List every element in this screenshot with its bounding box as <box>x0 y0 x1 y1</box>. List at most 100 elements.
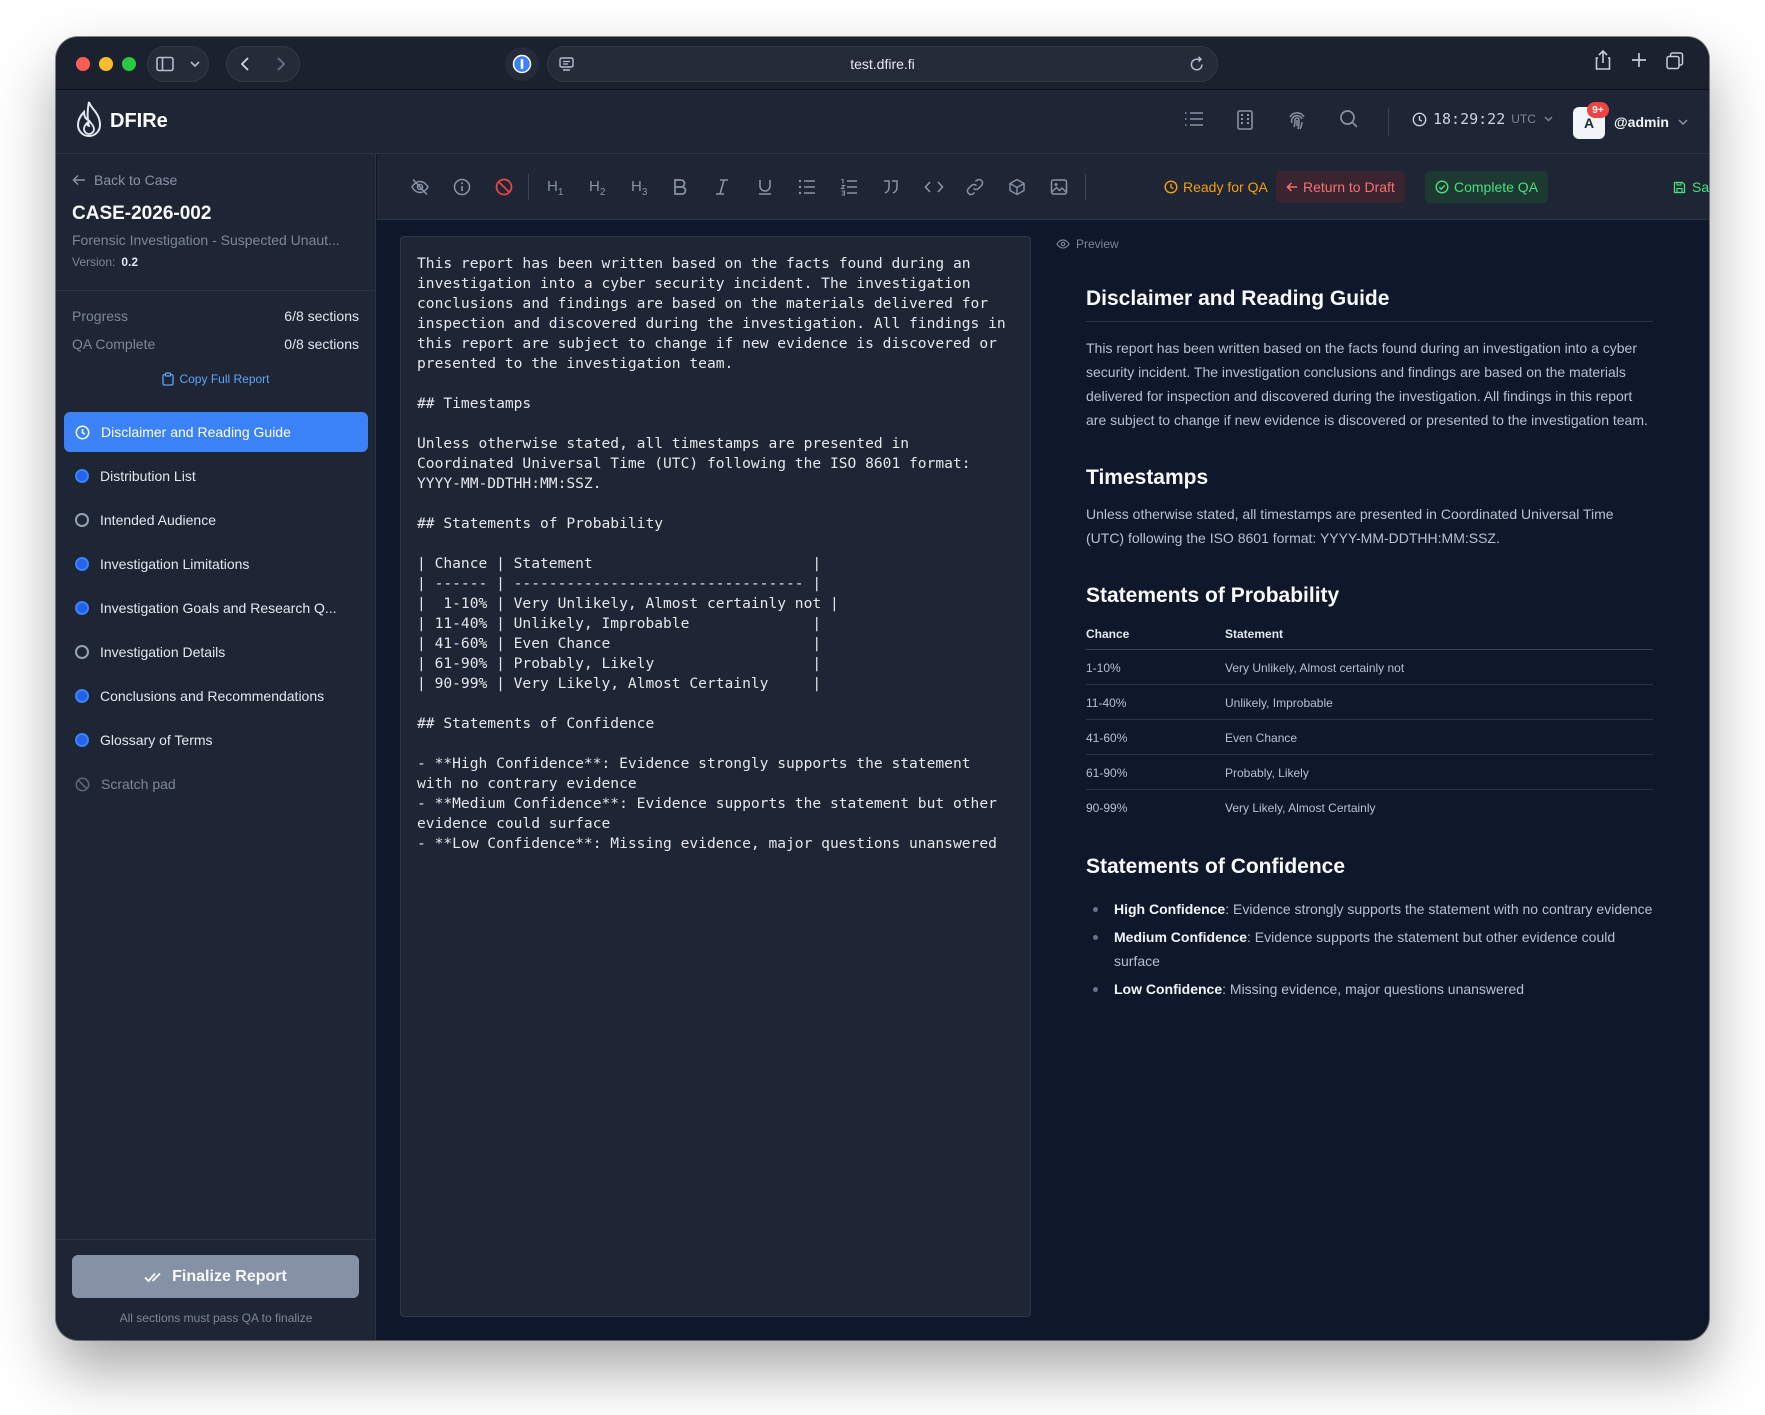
version-value: 0.2 <box>121 255 139 269</box>
new-tab-button[interactable] <box>1630 51 1648 69</box>
arrow-left-icon <box>72 174 85 186</box>
code-icon[interactable] <box>924 178 944 196</box>
table-cell: Unlikely, Improbable <box>1225 684 1653 720</box>
markdown-content[interactable]: This report has been written based on th… <box>417 254 1014 854</box>
back-arrow-icon[interactable] <box>240 56 250 72</box>
list-icon[interactable] <box>1183 109 1205 129</box>
sidebar-icon <box>156 56 174 72</box>
building-icon[interactable] <box>1236 109 1254 131</box>
app-logo[interactable]: DFIRe <box>72 100 168 142</box>
sidebar-item-label: Glossary of Terms <box>100 732 213 748</box>
sidebar-item-investigation-goals[interactable]: Investigation Goals and Research Q... <box>64 588 368 628</box>
link-icon[interactable] <box>966 178 984 196</box>
search-icon[interactable] <box>1339 109 1359 129</box>
status-filled-icon <box>75 601 89 615</box>
disabled-icon <box>75 777 90 791</box>
sidebar-item-disclaimer[interactable]: Disclaimer and Reading Guide <box>64 412 368 452</box>
eye-icon <box>1056 239 1070 249</box>
onepassword-icon <box>512 54 532 74</box>
sidebar-item-investigation-details[interactable]: Investigation Details <box>64 632 368 672</box>
share-icon <box>1595 49 1611 70</box>
clock-icon <box>1164 180 1178 194</box>
status-filled-icon <box>75 469 89 483</box>
forward-arrow-icon[interactable] <box>276 56 286 72</box>
ready-for-qa-button[interactable]: Ready for QA <box>1160 171 1278 203</box>
table-row: 11-40% Unlikely, Improbable <box>1086 684 1653 720</box>
share-button[interactable] <box>1594 49 1612 71</box>
tab-overview-button[interactable] <box>1665 51 1685 71</box>
password-manager-button[interactable] <box>505 47 539 81</box>
quote-icon[interactable] <box>882 178 900 196</box>
sidebar-item-intended-audience[interactable]: Intended Audience <box>64 500 368 540</box>
app-name: DFIRe <box>110 109 168 132</box>
close-window-button[interactable] <box>76 57 90 71</box>
cube-icon[interactable] <box>1008 178 1026 196</box>
sidebar-divider <box>56 290 376 291</box>
sidebar-item-distribution-list[interactable]: Distribution List <box>64 456 368 496</box>
bold-icon[interactable] <box>673 178 687 196</box>
zoom-window-button[interactable] <box>122 57 136 71</box>
header-divider <box>1388 108 1389 136</box>
sidebar-toggle-button[interactable] <box>147 46 209 82</box>
table-row: 61-90% Probably, Likely <box>1086 754 1653 790</box>
sidebar-item-label: Conclusions and Recommendations <box>100 688 325 704</box>
finalize-report-label: Finalize Report <box>172 1267 287 1285</box>
italic-icon[interactable] <box>715 178 729 196</box>
double-check-icon <box>144 1272 161 1282</box>
bullet-list-icon[interactable] <box>798 178 816 196</box>
back-to-case-link[interactable]: Back to Case <box>72 172 177 188</box>
complete-qa-button[interactable]: Complete QA <box>1425 171 1549 203</box>
sidebar-item-investigation-limitations[interactable]: Investigation Limitations <box>64 544 368 584</box>
no-entry-icon[interactable] <box>495 178 513 196</box>
preview-title: Disclaimer and Reading Guide <box>1086 287 1653 322</box>
status-empty-icon <box>75 645 89 659</box>
return-to-draft-button[interactable]: Return to Draft <box>1276 171 1405 203</box>
address-bar[interactable]: test.dfire.fi <box>547 46 1218 82</box>
sidebar-item-label: Investigation Limitations <box>100 556 250 572</box>
sidebar-item-glossary[interactable]: Glossary of Terms <box>64 720 368 760</box>
editor-toolbar: H1 H2 H3 Ready for QA Return to Draft Co… <box>377 154 1709 220</box>
sidebar-item-conclusions[interactable]: Conclusions and Recommendations <box>64 676 368 716</box>
toolbar-divider <box>1085 174 1086 200</box>
copy-full-report-button[interactable]: Copy Full Report <box>56 372 376 386</box>
markdown-editor[interactable]: This report has been written based on th… <box>400 236 1031 1317</box>
progress-label: Progress <box>72 308 129 324</box>
return-to-draft-label: Return to Draft <box>1303 179 1395 195</box>
username[interactable]: @admin <box>1614 114 1669 130</box>
report-sidebar: Back to Case CASE-2026-002 Forensic Inve… <box>56 154 376 1340</box>
clock-time: 18:29:22 <box>1433 110 1506 128</box>
eye-off-icon[interactable] <box>410 178 430 196</box>
table-cell: 11-40% <box>1086 684 1225 720</box>
chevron-down-icon[interactable] <box>1678 119 1688 125</box>
fingerprint-icon[interactable] <box>1286 109 1308 131</box>
history-nav <box>226 46 300 82</box>
browser-window: test.dfire.fi DFIRe 18:29:22 UTC A 9+ @a… <box>56 37 1709 1340</box>
saved-status: Saved <box>1673 179 1709 195</box>
numbered-list-icon[interactable] <box>840 178 858 196</box>
confidence-term: Low Confidence <box>1114 980 1223 997</box>
sidebar-item-label: Disclaimer and Reading Guide <box>101 424 291 440</box>
finalize-report-button[interactable]: Finalize Report <box>72 1255 359 1298</box>
heading-2-icon[interactable]: H2 <box>589 178 605 198</box>
complete-qa-label: Complete QA <box>1454 179 1539 195</box>
underline-icon[interactable] <box>757 178 773 196</box>
table-row: 41-60% Even Chance <box>1086 719 1653 755</box>
utc-clock[interactable]: 18:29:22 UTC <box>1412 110 1553 128</box>
info-icon[interactable] <box>453 178 471 196</box>
clipboard-icon <box>162 372 175 386</box>
heading-3-icon[interactable]: H3 <box>631 178 647 198</box>
confidence-text: : Evidence strongly supports the stateme… <box>1225 900 1653 917</box>
status-filled-icon <box>75 557 89 571</box>
table-row: 90-99% Very Likely, Almost Certainly <box>1086 790 1653 825</box>
heading-1-icon[interactable]: H1 <box>547 178 563 198</box>
reload-icon[interactable] <box>1189 55 1205 73</box>
image-icon[interactable] <box>1050 178 1068 196</box>
status-filled-icon <box>75 733 89 747</box>
sidebar-item-scratch-pad[interactable]: Scratch pad <box>64 764 368 804</box>
table-row: 1-10% Very Unlikely, Almost certainly no… <box>1086 649 1653 685</box>
minimize-window-button[interactable] <box>99 57 113 71</box>
notification-badge[interactable]: 9+ <box>1587 102 1609 118</box>
url-text: test.dfire.fi <box>850 56 915 72</box>
sidebar-item-label: Distribution List <box>100 468 196 484</box>
plus-icon <box>1632 53 1646 67</box>
